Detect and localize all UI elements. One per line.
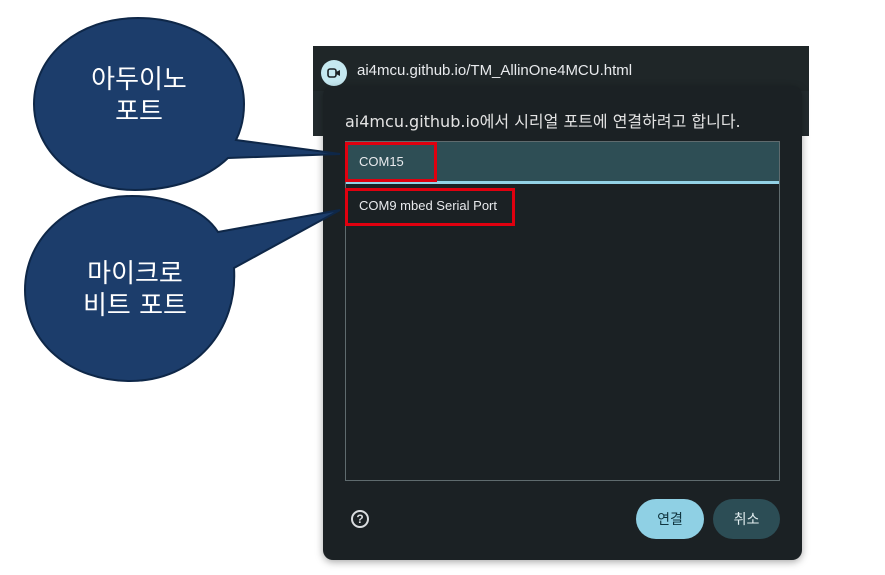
callout-arduino-text: 아두이노 포트 bbox=[84, 64, 194, 128]
callout-microbit-line2: 비트 포트 bbox=[83, 291, 187, 321]
callout-microbit-line1: 마이크로 bbox=[87, 259, 183, 289]
callout-microbit-text: 마이크로 비트 포트 bbox=[60, 258, 210, 322]
callout-arduino-line2: 포트 bbox=[115, 97, 163, 127]
screenshot-canvas: ai4mcu.github.io/TM_AllinOne4MCU.html ai… bbox=[0, 0, 885, 575]
callout-arduino-line1: 아두이노 bbox=[91, 65, 187, 95]
